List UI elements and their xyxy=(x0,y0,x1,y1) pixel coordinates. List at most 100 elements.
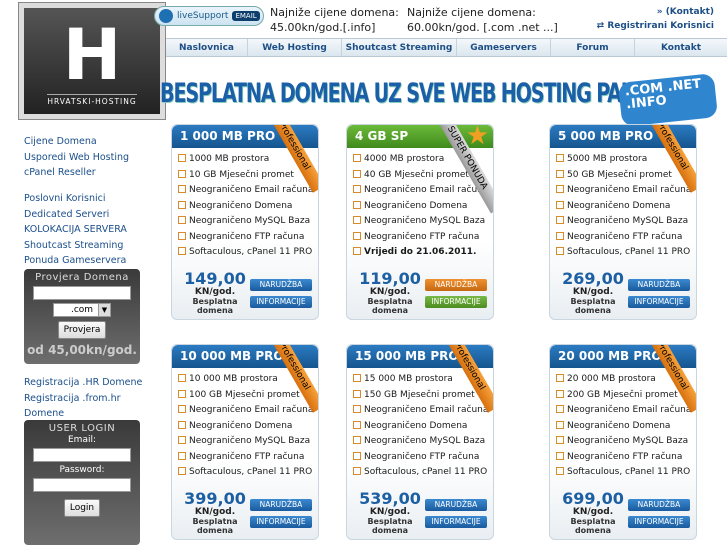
checkbox-icon xyxy=(556,405,564,413)
plan-price: 699,00 KN/god. Besplatna domena xyxy=(558,490,628,535)
checkbox-icon xyxy=(353,405,361,413)
nav-naslovnica[interactable]: Naslovnica xyxy=(166,39,248,56)
price-unit: KN/god. xyxy=(572,507,614,517)
tld-select[interactable]: .com ▼ xyxy=(53,303,111,317)
promo-banner-title: BESPLATNA DOMENA UZ SVE WEB HOSTING PAKE… xyxy=(160,78,671,109)
price-unit: KN/god. xyxy=(194,287,236,297)
feature-item: Neograničeno Domena xyxy=(178,199,318,215)
domain-input[interactable] xyxy=(33,286,131,300)
checkbox-icon xyxy=(353,169,361,178)
nav-web-hosting[interactable]: Web Hosting xyxy=(248,39,342,56)
checkbox-icon xyxy=(353,420,361,429)
checkbox-icon xyxy=(178,467,186,475)
info-button[interactable]: INFORMACIJE xyxy=(250,516,312,528)
checkbox-icon xyxy=(353,200,361,209)
provjera-button[interactable]: Provjera xyxy=(57,321,107,339)
checkbox-icon xyxy=(353,185,361,193)
checkbox-icon xyxy=(178,247,186,255)
checkbox-icon xyxy=(178,436,186,444)
feature-item: Neograničeno Domena xyxy=(353,199,493,215)
price-sub: Besplatna domena xyxy=(367,517,413,535)
sidebar-item-cpanel-reseller[interactable]: cPanel Reseller xyxy=(24,165,129,181)
star-icon: ★ xyxy=(465,124,489,151)
nav-kontakt[interactable]: Kontakt xyxy=(635,39,727,56)
order-button[interactable]: NARUDŽBA xyxy=(250,279,312,291)
domain-check-box: Provjera Domena .com ▼ Provjera od 45,00k… xyxy=(24,269,140,364)
info-button[interactable]: INFORMACIJE xyxy=(425,296,487,308)
checkbox-icon xyxy=(178,216,186,224)
feature-item: Neograničeno Domena xyxy=(556,419,696,435)
info-button[interactable]: INFORMACIJE xyxy=(628,516,690,528)
order-button[interactable]: NARUDŽBA xyxy=(425,279,487,291)
plan-card: 1 000 MB PRO Professional 1000 MB prosto… xyxy=(171,124,319,320)
nav-forum[interactable]: Forum xyxy=(551,39,635,56)
nav-gameservers[interactable]: Gameservers xyxy=(457,39,551,56)
feature-item: Neograničeno FTP računa xyxy=(178,450,318,466)
order-button[interactable]: NARUDŽBA xyxy=(628,279,690,291)
feature-item: Neograničeno Email računa xyxy=(353,403,493,419)
tld-select-value: .com xyxy=(70,305,94,315)
sidebar-group-3: Registracija .HR Domene Registracija .fr… xyxy=(24,375,142,422)
login-box: USER LOGIN Email: Password: Login xyxy=(24,420,140,545)
checkbox-icon xyxy=(556,389,564,398)
price-value: 119,00 xyxy=(359,269,421,288)
price-unit: KN/god. xyxy=(194,507,236,517)
order-button[interactable]: NARUDŽBA xyxy=(425,499,487,511)
plan-price: 119,00 KN/god. Besplatna domena xyxy=(355,270,425,315)
sidebar-item-hr-domene[interactable]: Registracija .HR Domene xyxy=(24,375,142,391)
livesupport-label: liveSupport xyxy=(177,11,229,21)
kontakt-link[interactable]: » (Kontakt) xyxy=(597,5,714,19)
nav-shoutcast[interactable]: Shoutcast Streaming xyxy=(342,39,457,56)
chat-icon xyxy=(159,9,173,23)
email-label: Email: xyxy=(67,435,96,445)
feature-item: 150 GB Mjesečni promet xyxy=(353,388,493,404)
registrirani-label: Registrirani Korisnici xyxy=(607,21,714,31)
checkbox-icon xyxy=(178,154,186,162)
order-button[interactable]: NARUDŽBA xyxy=(250,499,312,511)
plan-card: 4 GB SP SUPER PONUDA ★ 4000 MB prostora … xyxy=(346,124,494,320)
sidebar-item-usporedi-hosting[interactable]: Usporedi Web Hosting xyxy=(24,150,129,166)
promo-line: Najniže cijene domena: xyxy=(270,6,399,19)
email-field[interactable] xyxy=(33,448,131,462)
plan-price: 149,00 KN/god. Besplatna domena xyxy=(180,270,250,315)
tld-badge: .COM .NET .INFO xyxy=(617,73,719,127)
checkbox-icon xyxy=(556,200,564,209)
info-button[interactable]: INFORMACIJE xyxy=(425,516,487,528)
checkbox-icon xyxy=(178,185,186,193)
info-button[interactable]: INFORMACIJE xyxy=(250,296,312,308)
checkbox-icon xyxy=(178,451,186,460)
info-button[interactable]: INFORMACIJE xyxy=(628,296,690,308)
sidebar-item-cijene-domena[interactable]: Cijene Domena xyxy=(24,134,129,150)
sidebar-item-shoutcast[interactable]: Shoutcast Streaming xyxy=(24,238,127,254)
checkbox-icon xyxy=(556,420,564,429)
checkbox-icon xyxy=(178,389,186,398)
checkbox-icon xyxy=(178,405,186,413)
price-value: 699,00 xyxy=(562,489,624,508)
price-sub: Besplatna domena xyxy=(570,517,616,535)
checkbox-icon xyxy=(178,169,186,178)
checkbox-icon xyxy=(178,374,186,382)
site-logo[interactable]: H HRVATSKI-HOSTING xyxy=(18,2,166,120)
sidebar-item-dedicated[interactable]: Dedicated Serveri xyxy=(24,207,127,223)
livesupport-button[interactable]: liveSupport EMAIL xyxy=(154,6,264,26)
registrirani-korisnici-link[interactable]: ⇄ Registrirani Korisnici xyxy=(597,19,714,33)
sidebar-group-1: Cijene Domena Usporedi Web Hosting cPane… xyxy=(24,134,129,181)
sidebar-item-kolokacija[interactable]: KOLOKACIJA SERVERA xyxy=(24,222,127,238)
price-unit: KN/god. xyxy=(369,287,411,297)
main-nav: Naslovnica Web Hosting Shoutcast Streami… xyxy=(166,38,727,57)
checkbox-icon xyxy=(178,231,186,240)
checkbox-icon xyxy=(353,451,361,460)
password-field[interactable] xyxy=(33,478,131,492)
plan-price: 399,00 KN/god. Besplatna domena xyxy=(180,490,250,535)
sidebar-item-fromhr-domene[interactable]: Registracija .from.hr Domene xyxy=(24,391,134,422)
feature-item: Softaculous, cPanel 11 PRO xyxy=(556,245,696,261)
feature-item: 10 GB Mjesečni promet xyxy=(178,168,318,184)
domain-box-title: Provjera Domena xyxy=(35,272,129,283)
sidebar-item-poslovni[interactable]: Poslovni Korisnici xyxy=(24,191,127,207)
order-button[interactable]: NARUDŽBA xyxy=(628,499,690,511)
sidebar-item-gameservera[interactable]: Ponuda Gameservera xyxy=(24,253,127,269)
feature-item: Neograničeno MySQL Baza xyxy=(178,214,318,230)
login-button[interactable]: Login xyxy=(63,499,101,517)
checkbox-icon xyxy=(353,154,361,162)
plan-price: 269,00 KN/god. Besplatna domena xyxy=(558,270,628,315)
